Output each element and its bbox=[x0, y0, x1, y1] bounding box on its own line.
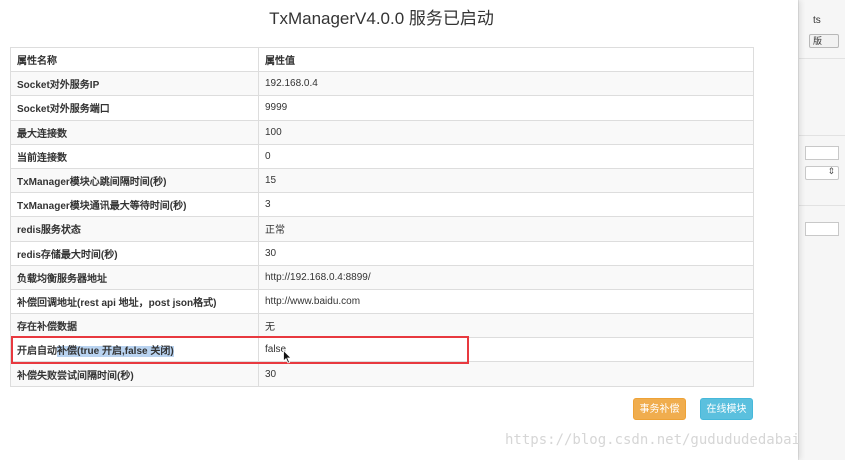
background-app-select[interactable]: ⇕ bbox=[805, 166, 839, 180]
property-name: TxManager模块心跳间隔时间(秒) bbox=[10, 167, 259, 194]
property-value: 9999 bbox=[258, 95, 754, 121]
background-app-panel: ts 版 ⇕ bbox=[798, 0, 845, 460]
property-name: 补偿回调地址(rest api 地址，post json格式) bbox=[10, 288, 259, 315]
property-value: 100 bbox=[258, 119, 754, 145]
divider bbox=[799, 135, 845, 136]
table-row: 当前连接数 0 bbox=[10, 143, 754, 169]
property-value: 15 bbox=[258, 167, 754, 194]
table-header-row: 属性名称 属性值 bbox=[10, 46, 754, 73]
table-row: 补偿回调地址(rest api 地址，post json格式) http://w… bbox=[10, 288, 754, 315]
background-app-text: ts bbox=[813, 15, 821, 26]
property-name: Socket对外服务IP bbox=[10, 71, 259, 97]
property-name: 存在补偿数据 bbox=[10, 313, 259, 339]
red-annotation-box bbox=[11, 336, 469, 364]
online-modules-button[interactable]: 在线模块 bbox=[700, 398, 753, 420]
property-name: redis存储最大时间(秒) bbox=[10, 240, 259, 266]
background-app-input[interactable] bbox=[805, 222, 839, 236]
table-row: 负载均衡服务器地址 http://192.168.0.4:8899/ bbox=[10, 264, 754, 290]
table-row: 补偿失败尝试间隔时间(秒) 30 bbox=[10, 361, 754, 387]
property-name: 负载均衡服务器地址 bbox=[10, 264, 259, 290]
txmanager-status-modal: TxManagerV4.0.0 服务已启动 属性名称 属性值 Socket对外服… bbox=[0, 0, 798, 460]
property-value: http://www.baidu.com bbox=[258, 288, 754, 315]
updown-caret-icon: ⇕ bbox=[827, 166, 835, 176]
table-row: 最大连接数 100 bbox=[10, 119, 754, 145]
table-row: TxManager模块通讯最大等待时间(秒) 3 bbox=[10, 192, 754, 218]
column-header-name: 属性名称 bbox=[10, 46, 259, 73]
property-name: 当前连接数 bbox=[10, 143, 259, 169]
modal-title: TxManagerV4.0.0 服务已启动 bbox=[269, 9, 494, 28]
compensate-button[interactable]: 事务补偿 bbox=[633, 398, 686, 420]
table-row: redis服务状态 正常 bbox=[10, 216, 754, 242]
table-row: Socket对外服务IP 192.168.0.4 bbox=[10, 71, 754, 97]
screen: ts 版 ⇕ TxManagerV4.0.0 服务已启动 属性名称 属性值 So… bbox=[0, 0, 845, 460]
table-row: 存在补偿数据 无 bbox=[10, 313, 754, 339]
watermark: https://blog.csdn.net/gudududedabai bbox=[505, 432, 801, 448]
background-app-button[interactable]: 版 bbox=[809, 34, 839, 48]
divider bbox=[799, 205, 845, 206]
property-name: 补偿失败尝试间隔时间(秒) bbox=[10, 361, 259, 387]
mouse-cursor-icon bbox=[283, 350, 292, 364]
divider bbox=[799, 58, 845, 59]
property-value: http://192.168.0.4:8899/ bbox=[258, 264, 754, 290]
property-name: redis服务状态 bbox=[10, 216, 259, 242]
property-value: 正常 bbox=[258, 216, 754, 242]
property-value: 192.168.0.4 bbox=[258, 71, 754, 97]
column-header-value: 属性值 bbox=[258, 46, 754, 73]
property-name: 最大连接数 bbox=[10, 119, 259, 145]
property-value: 无 bbox=[258, 313, 754, 339]
property-value: 0 bbox=[258, 143, 754, 169]
property-value: 30 bbox=[258, 361, 754, 387]
table-row: redis存储最大时间(秒) 30 bbox=[10, 240, 754, 266]
table-row: TxManager模块心跳间隔时间(秒) 15 bbox=[10, 167, 754, 194]
property-value: 3 bbox=[258, 192, 754, 218]
table-row: Socket对外服务端口 9999 bbox=[10, 95, 754, 121]
property-value: 30 bbox=[258, 240, 754, 266]
property-name: Socket对外服务端口 bbox=[10, 95, 259, 121]
property-name: TxManager模块通讯最大等待时间(秒) bbox=[10, 192, 259, 218]
background-app-input[interactable] bbox=[805, 146, 839, 160]
